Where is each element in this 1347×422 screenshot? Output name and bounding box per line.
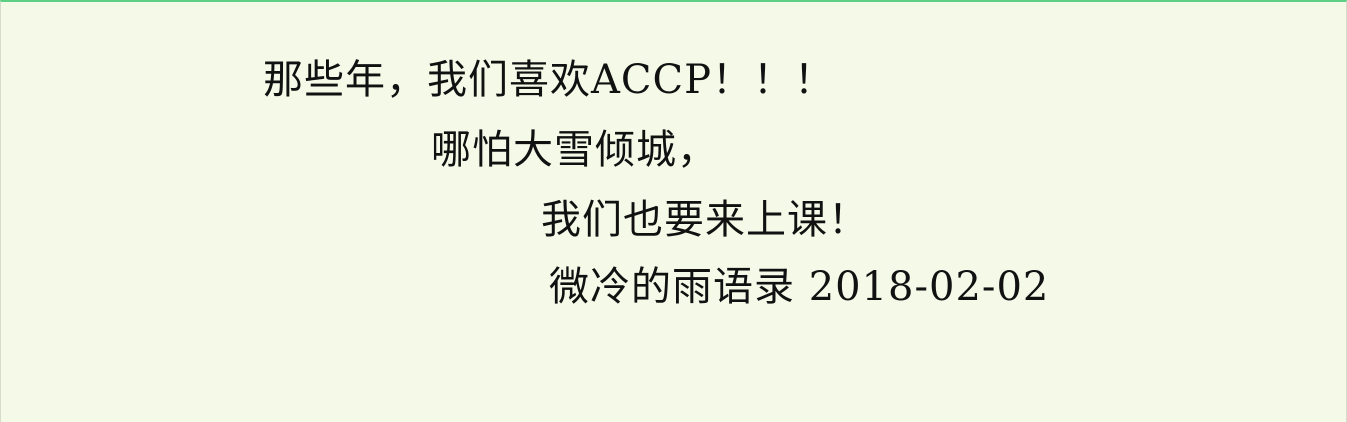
- quote-attribution: 微冷的雨语录 2018-02-02: [549, 264, 1050, 310]
- quote-line-1: 那些年，我们喜欢ACCP！！！: [263, 57, 836, 103]
- quote-page: 那些年，我们喜欢ACCP！！！ 哪怕大雪倾城， 我们也要来上课！ 微冷的雨语录 …: [0, 0, 1347, 422]
- quote-line-2: 哪怕大雪倾城，: [431, 127, 718, 173]
- quote-line-3: 我们也要来上课！: [541, 197, 869, 243]
